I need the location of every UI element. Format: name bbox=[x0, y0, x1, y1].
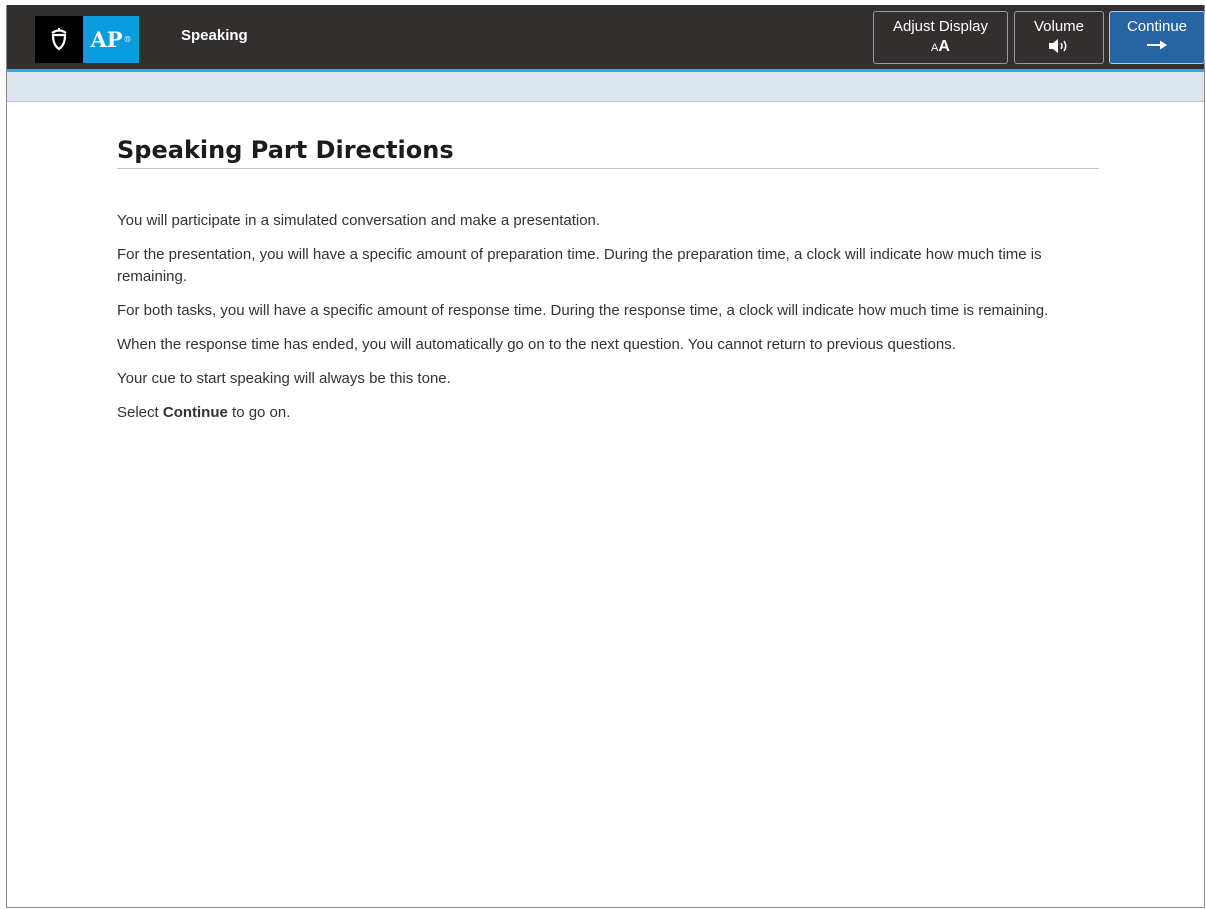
app-window: AP ® Speaking Adjust Display AA Volume Co… bbox=[6, 5, 1205, 908]
speaker-icon bbox=[1015, 38, 1103, 59]
section-title: Speaking bbox=[181, 27, 248, 44]
direction-paragraph: Your cue to start speaking will always b… bbox=[117, 370, 451, 387]
instruction-continue-word: Continue bbox=[162, 404, 228, 421]
direction-paragraph: You will participate in a simulated conv… bbox=[117, 212, 601, 229]
continue-label: Continue bbox=[1126, 18, 1188, 35]
instruction-suffix: to go on. bbox=[227, 404, 291, 421]
continue-instruction: Select Continue to go on. bbox=[117, 402, 1099, 424]
ap-logo-text: AP bbox=[90, 27, 123, 52]
continue-button[interactable]: Continue bbox=[1109, 11, 1205, 64]
adjust-display-label: Adjust Display bbox=[892, 18, 989, 35]
right-arrow-icon bbox=[1110, 38, 1204, 56]
page-title: Speaking Part Directions bbox=[117, 102, 1099, 169]
text-size-icon: AA bbox=[931, 38, 950, 55]
direction-paragraph: For both tasks, you will have a specific… bbox=[117, 302, 1049, 319]
directions-content: Speaking Part Directions You will partic… bbox=[117, 102, 1099, 424]
acorn-logo-icon bbox=[35, 16, 83, 63]
top-toolbar: AP ® Speaking Adjust Display AA Volume Co… bbox=[7, 5, 1205, 72]
registered-mark: ® bbox=[123, 35, 132, 44]
sub-toolbar bbox=[7, 72, 1204, 102]
volume-label: Volume bbox=[1033, 18, 1085, 35]
volume-button[interactable]: Volume bbox=[1014, 11, 1104, 64]
adjust-display-button[interactable]: Adjust Display AA bbox=[873, 11, 1008, 64]
direction-paragraph: When the response time has ended, you wi… bbox=[117, 336, 956, 353]
ap-logo: AP ® bbox=[83, 16, 139, 63]
direction-paragraph: For the presentation, you will have a sp… bbox=[117, 246, 1042, 285]
instruction-prefix: Select bbox=[117, 404, 163, 421]
